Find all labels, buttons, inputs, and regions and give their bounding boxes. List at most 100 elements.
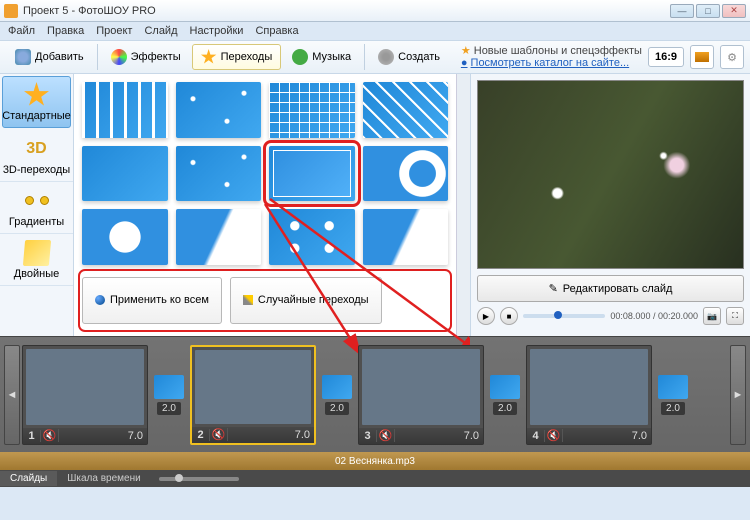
timeline-slide-active[interactable]: 2🔇7.0 bbox=[190, 345, 316, 445]
aspect-ratio-button[interactable]: 16:9 bbox=[648, 47, 684, 67]
promo-box: ★Новые шаблоны и спецэффекты ●Посмотреть… bbox=[461, 45, 642, 69]
fullscreen-button[interactable]: ⛶ bbox=[726, 307, 744, 325]
menu-edit[interactable]: Правка bbox=[47, 25, 84, 37]
globe-icon: ● bbox=[461, 57, 468, 69]
timeline-prev[interactable]: ◄ bbox=[4, 345, 20, 445]
wand-icon bbox=[243, 295, 253, 305]
slide-thumbnail bbox=[530, 349, 648, 425]
transition-item[interactable] bbox=[176, 209, 262, 265]
maximize-button[interactable]: □ bbox=[696, 4, 720, 18]
category-3d[interactable]: 3D3D-переходы bbox=[0, 130, 73, 182]
transition-item[interactable] bbox=[176, 146, 262, 202]
timeline-slide[interactable]: 1🔇7.0 bbox=[22, 345, 148, 445]
audio-track[interactable]: 02 Веснянка.mp3 bbox=[0, 452, 750, 470]
transition-item[interactable] bbox=[82, 146, 168, 202]
double-icon bbox=[22, 240, 50, 266]
effects-tab[interactable]: Эффекты bbox=[102, 44, 190, 70]
timeline-next[interactable]: ► bbox=[730, 345, 746, 445]
sound-icon[interactable]: 🔇 bbox=[210, 428, 228, 441]
transition-item[interactable] bbox=[363, 146, 449, 202]
menu-slide[interactable]: Слайд bbox=[144, 25, 177, 37]
close-button[interactable]: ✕ bbox=[722, 4, 746, 18]
playback-controls: ▶ ■ 00:08.000 / 00:20.000 📷 ⛶ bbox=[477, 302, 744, 330]
star-icon bbox=[24, 82, 50, 108]
transition-item[interactable] bbox=[82, 209, 168, 265]
transitions-gallery: Применить ко всем Случайные переходы bbox=[74, 74, 456, 336]
transition-thumb bbox=[154, 375, 184, 399]
menu-help[interactable]: Справка bbox=[255, 25, 298, 37]
category-standard[interactable]: Стандартные bbox=[2, 76, 71, 128]
category-double[interactable]: Двойные bbox=[0, 234, 73, 286]
tab-slides[interactable]: Слайды bbox=[0, 471, 57, 486]
gallery-scrollbar[interactable] bbox=[456, 74, 470, 336]
transition-item[interactable] bbox=[269, 82, 355, 138]
gear-icon: ⚙ bbox=[727, 51, 737, 64]
app-icon bbox=[4, 4, 18, 18]
edit-slide-button[interactable]: ✎Редактировать слайд bbox=[477, 275, 744, 302]
preview-panel: ✎Редактировать слайд ▶ ■ 00:08.000 / 00:… bbox=[470, 74, 750, 336]
play-button[interactable]: ▶ bbox=[477, 307, 495, 325]
transition-thumb bbox=[322, 375, 352, 399]
seek-slider[interactable] bbox=[523, 314, 605, 318]
transition-slot[interactable]: 2.0 bbox=[318, 345, 356, 445]
promo-link[interactable]: ●Посмотреть каталог на сайте... bbox=[461, 57, 642, 69]
sound-icon[interactable]: 🔇 bbox=[377, 429, 395, 442]
transition-slot[interactable]: 2.0 bbox=[150, 345, 188, 445]
slide-thumbnail bbox=[26, 349, 144, 425]
transition-item[interactable] bbox=[363, 209, 449, 265]
random-button[interactable]: Случайные переходы bbox=[230, 277, 382, 325]
pencil-icon: ✎ bbox=[549, 282, 558, 295]
category-gradients[interactable]: Градиенты bbox=[0, 182, 73, 234]
menu-settings[interactable]: Настройки bbox=[190, 25, 244, 37]
transition-item[interactable] bbox=[363, 82, 449, 138]
sound-icon[interactable]: 🔇 bbox=[41, 429, 59, 442]
action-bar: Применить ко всем Случайные переходы bbox=[82, 273, 448, 329]
timeline-tabs: Слайды Шкала времени bbox=[0, 470, 750, 487]
tab-timeline[interactable]: Шкала времени bbox=[57, 471, 150, 486]
menu-file[interactable]: Файл bbox=[8, 25, 35, 37]
stop-button[interactable]: ■ bbox=[500, 307, 518, 325]
menubar: Файл Правка Проект Слайд Настройки Справ… bbox=[0, 22, 750, 40]
music-icon bbox=[292, 49, 308, 65]
add-button[interactable]: Добавить bbox=[6, 44, 93, 70]
transition-item-selected[interactable] bbox=[269, 146, 355, 202]
display-button[interactable] bbox=[690, 45, 714, 69]
transition-item[interactable] bbox=[82, 82, 168, 138]
gradient-icon bbox=[24, 188, 50, 214]
monitor-icon bbox=[695, 52, 709, 62]
transition-item[interactable] bbox=[176, 82, 262, 138]
transition-slot[interactable]: 2.0 bbox=[486, 345, 524, 445]
apply-all-button[interactable]: Применить ко всем bbox=[82, 277, 222, 325]
slide-thumbnail bbox=[362, 349, 480, 425]
transition-slot[interactable]: 2.0 bbox=[654, 345, 692, 445]
disc-icon bbox=[378, 49, 394, 65]
3d-icon: 3D bbox=[24, 136, 50, 162]
timeline: ◄ 1🔇7.0 2.0 2🔇7.0 2.0 3🔇7.0 2.0 4🔇7.0 2.… bbox=[0, 336, 750, 486]
timeline-slide[interactable]: 4🔇7.0 bbox=[526, 345, 652, 445]
time-display: 00:08.000 / 00:20.000 bbox=[610, 311, 698, 321]
transition-thumb bbox=[658, 375, 688, 399]
settings-button[interactable]: ⚙ bbox=[720, 45, 744, 69]
toolbar: Добавить Эффекты Переходы Музыка Создать… bbox=[0, 40, 750, 74]
palette-icon bbox=[111, 49, 127, 65]
preview-canvas[interactable] bbox=[477, 80, 744, 269]
transitions-tab[interactable]: Переходы bbox=[192, 44, 282, 70]
sphere-icon bbox=[95, 295, 105, 305]
transition-thumb bbox=[490, 375, 520, 399]
star-icon: ★ bbox=[461, 45, 471, 57]
titlebar: Проект 5 - ФотоШОУ PRO — □ ✕ bbox=[0, 0, 750, 22]
timeline-strip: ◄ 1🔇7.0 2.0 2🔇7.0 2.0 3🔇7.0 2.0 4🔇7.0 2.… bbox=[0, 337, 750, 452]
minimize-button[interactable]: — bbox=[670, 4, 694, 18]
sound-icon[interactable]: 🔇 bbox=[545, 429, 563, 442]
snapshot-button[interactable]: 📷 bbox=[703, 307, 721, 325]
star-icon bbox=[201, 49, 217, 65]
zoom-slider[interactable] bbox=[151, 477, 750, 481]
camera-icon bbox=[15, 49, 31, 65]
timeline-slide[interactable]: 3🔇7.0 bbox=[358, 345, 484, 445]
music-tab[interactable]: Музыка bbox=[283, 44, 360, 70]
slide-thumbnail bbox=[195, 350, 311, 424]
transition-item[interactable] bbox=[269, 209, 355, 265]
menu-project[interactable]: Проект bbox=[96, 25, 132, 37]
window-title: Проект 5 - ФотоШОУ PRO bbox=[23, 5, 670, 17]
create-button[interactable]: Создать bbox=[369, 44, 449, 70]
